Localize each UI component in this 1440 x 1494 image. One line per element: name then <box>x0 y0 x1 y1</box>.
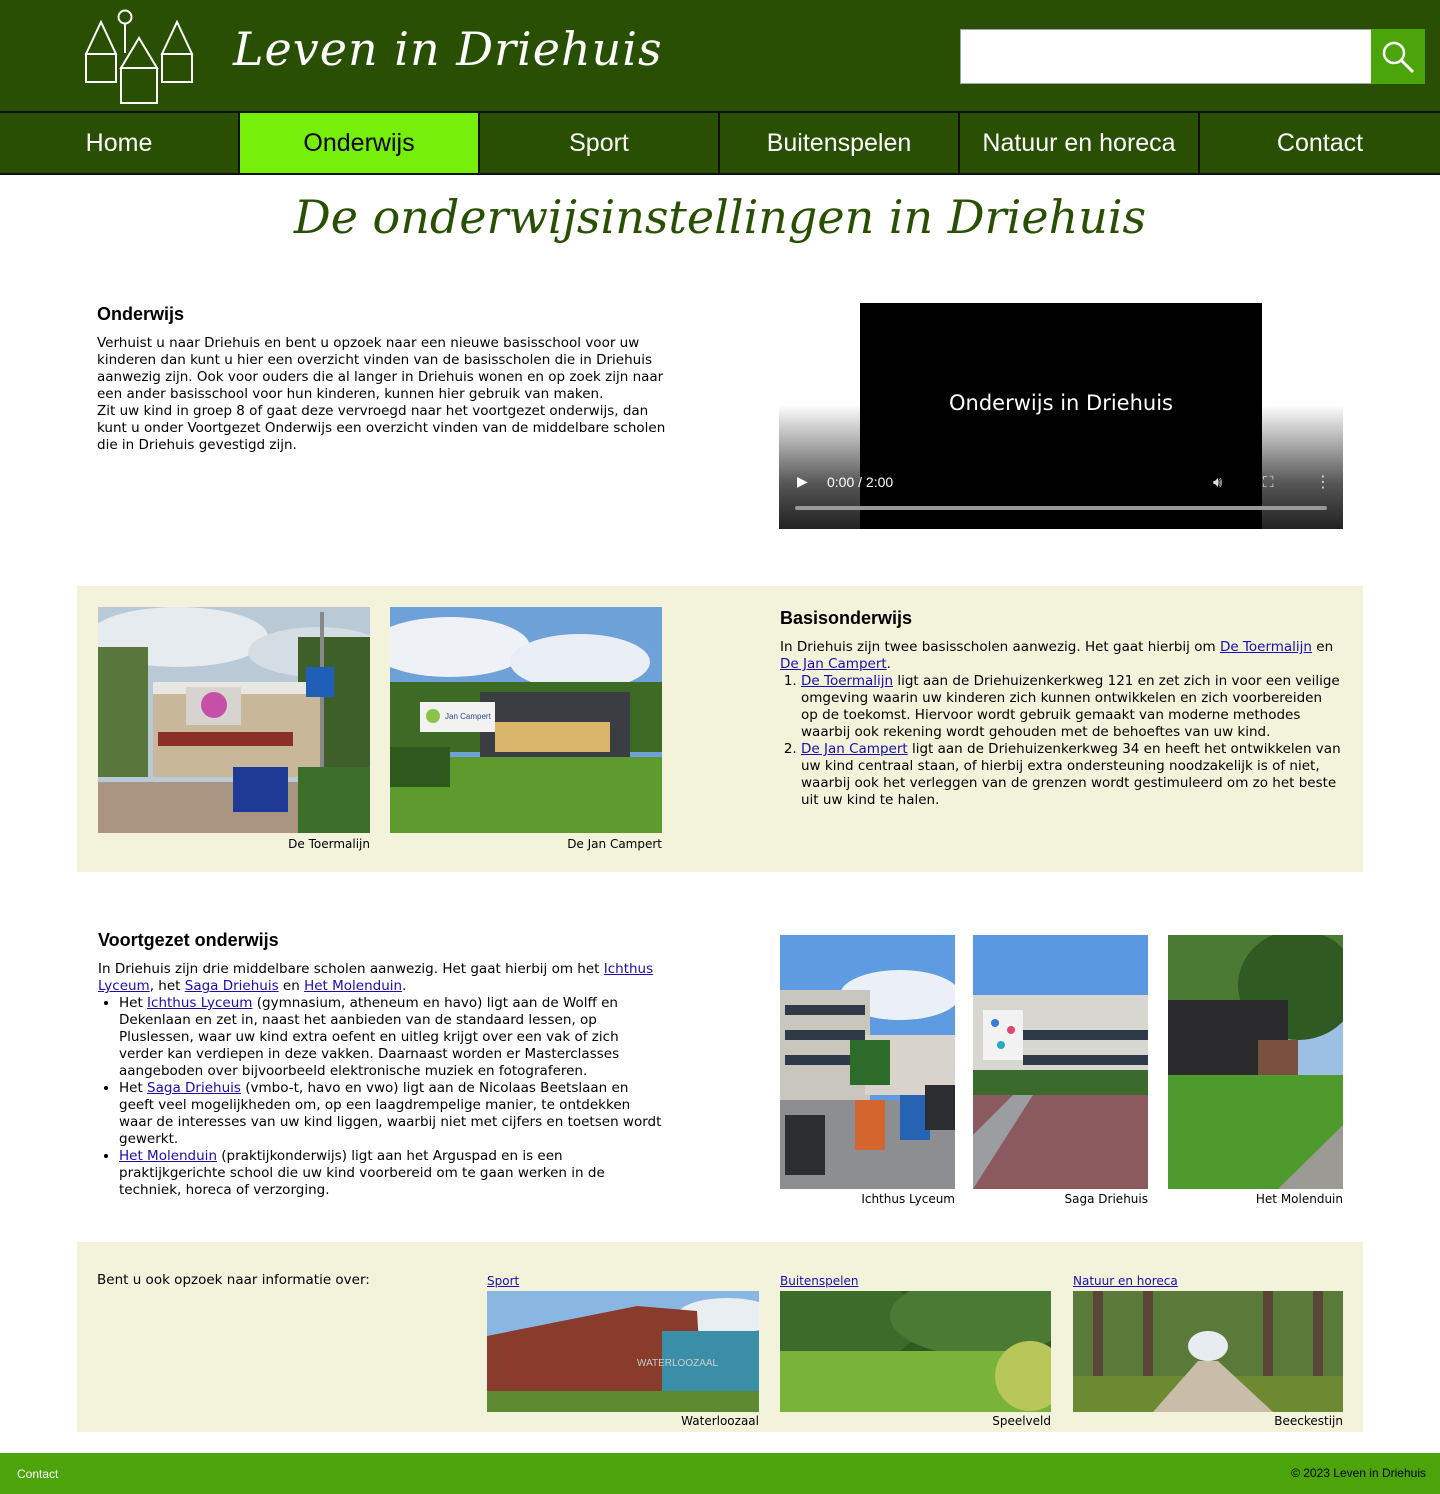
nav-item-natuur-en-horeca[interactable]: Natuur en horeca <box>960 113 1200 173</box>
intro-heading: Onderwijs <box>97 304 185 324</box>
list-item: Het Molenduin (praktijkonderwijs) ligt a… <box>119 1148 664 1199</box>
site-header: Leven in Driehuis <box>0 0 1440 111</box>
intro-paragraph-1: Verhuist u naar Driehuis en bent u opzoe… <box>97 335 664 402</box>
photo-caption: De Toermalijn <box>288 837 370 851</box>
photo-het-molenduin <box>1168 935 1343 1189</box>
voortgezet-section: Voortgezet onderwijs In Driehuis zijn dr… <box>98 930 664 1199</box>
text: . <box>402 978 407 994</box>
basisonderwijs-heading: Basisonderwijs <box>780 608 913 628</box>
list-item: De Jan Campert ligt aan de Driehuizenker… <box>801 741 1342 809</box>
site-footer: Contact © 2023 Leven in Driehuis <box>0 1453 1440 1494</box>
link-natuur-en-horeca[interactable]: Natuur en horeca <box>1073 1274 1178 1288</box>
photo-speelveld[interactable] <box>780 1291 1051 1412</box>
play-icon[interactable]: ▶ <box>797 474 808 490</box>
link-het-molenduin[interactable]: Het Molenduin <box>304 978 402 994</box>
basisonderwijs-intro: In Driehuis zijn twee basisscholen aanwe… <box>780 639 1342 673</box>
video-controls: ▶ 0:00 / 2:00 🔊︎ ⛶ ⋮ <box>779 465 1343 529</box>
photo-beeckestijn[interactable] <box>1073 1291 1343 1412</box>
search-icon <box>1382 41 1415 73</box>
school-sign-text: Jan Campert <box>445 712 492 721</box>
video-time: 0:00 / 2:00 <box>827 474 894 490</box>
text: Het <box>119 995 148 1011</box>
photo-caption: Saga Driehuis <box>1064 1192 1148 1206</box>
text: en <box>1312 639 1334 655</box>
photo-caption: De Jan Campert <box>567 837 662 851</box>
more-info-section: Bent u ook opzoek naar informatie over: … <box>77 1242 1363 1432</box>
nav-item-sport[interactable]: Sport <box>480 113 720 173</box>
photo-caption: Speelveld <box>992 1414 1051 1428</box>
text: Het <box>119 1080 148 1096</box>
main-nav: Home Onderwijs Sport Buitenspelen Natuur… <box>0 111 1440 175</box>
nav-item-contact[interactable]: Contact <box>1200 113 1440 173</box>
text: , het <box>149 978 185 994</box>
more-info-lead: Bent u ook opzoek naar informatie over: <box>97 1272 370 1288</box>
voortgezet-heading: Voortgezet onderwijs <box>98 930 279 950</box>
nav-item-home[interactable]: Home <box>0 113 240 173</box>
link-de-jan-campert[interactable]: De Jan Campert <box>801 741 908 757</box>
nav-item-onderwijs[interactable]: Onderwijs <box>240 113 480 173</box>
basisscholen-list: De Toermalijn ligt aan de Driehuizenkerk… <box>780 673 1342 809</box>
volume-icon[interactable]: 🔊︎ <box>1213 473 1222 491</box>
video-title: Onderwijs in Driehuis <box>949 391 1173 415</box>
search-input[interactable] <box>960 29 1372 84</box>
link-saga-driehuis[interactable]: Saga Driehuis <box>185 978 279 994</box>
footer-copyright: © 2023 Leven in Driehuis <box>1291 1466 1426 1480</box>
link-de-toermalijn[interactable]: De Toermalijn <box>1220 639 1312 655</box>
text: . <box>886 656 891 672</box>
list-item: Het Ichthus Lyceum (gymnasium, atheneum … <box>119 995 664 1080</box>
text: en <box>278 978 305 994</box>
link-ichthus-lyceum[interactable]: Ichthus Lyceum <box>147 995 252 1011</box>
photo-de-jan-campert: Jan Campert <box>390 607 662 833</box>
intro-paragraph-2: Zit uw kind in groep 8 of gaat deze verv… <box>97 403 666 453</box>
footer-contact-link[interactable]: Contact <box>17 1467 58 1481</box>
site-title[interactable]: Leven in Driehuis <box>233 22 663 76</box>
basisonderwijs-text: Basisonderwijs In Driehuis zijn twee bas… <box>780 608 1342 809</box>
video-progress-bar[interactable] <box>795 506 1327 510</box>
photo-waterloozaal[interactable]: WATERLOOZAAL <box>487 1291 759 1412</box>
photo-caption: Het Molenduin <box>1255 1192 1343 1206</box>
link-sport[interactable]: Sport <box>487 1274 519 1288</box>
link-de-toermalijn[interactable]: De Toermalijn <box>801 673 893 689</box>
photo-caption: Beeckestijn <box>1274 1414 1343 1428</box>
link-de-jan-campert[interactable]: De Jan Campert <box>780 656 887 672</box>
link-het-molenduin[interactable]: Het Molenduin <box>119 1148 217 1164</box>
middelbare-scholen-list: Het Ichthus Lyceum (gymnasium, atheneum … <box>98 995 664 1199</box>
text: In Driehuis zijn twee basisscholen aanwe… <box>780 639 1220 655</box>
page-title: De onderwijsinstellingen in Driehuis <box>293 190 1147 244</box>
photo-ichthus-lyceum <box>780 935 955 1189</box>
basisonderwijs-section: De Toermalijn Jan Campert De Jan Campert… <box>77 586 1363 872</box>
voortgezet-intro: In Driehuis zijn drie middelbare scholen… <box>98 961 664 995</box>
text: In Driehuis zijn drie middelbare scholen… <box>98 961 604 977</box>
photo-caption: Waterloozaal <box>681 1414 759 1428</box>
houses-logo-icon[interactable] <box>83 8 197 106</box>
video-player[interactable]: Onderwijs in Driehuis ▶ 0:00 / 2:00 🔊︎ ⛶… <box>779 303 1343 529</box>
building-sign-text: WATERLOOZAAL <box>637 1358 719 1369</box>
link-saga-driehuis[interactable]: Saga Driehuis <box>147 1080 241 1096</box>
intro-section: Onderwijs Verhuist u naar Driehuis en be… <box>97 304 667 454</box>
photo-caption: Ichthus Lyceum <box>861 1192 955 1206</box>
fullscreen-icon[interactable]: ⛶ <box>1263 473 1274 491</box>
search-button[interactable] <box>1371 29 1425 84</box>
list-item: Het Saga Driehuis (vmbo-t, havo en vwo) … <box>119 1080 664 1148</box>
link-buitenspelen[interactable]: Buitenspelen <box>780 1274 858 1288</box>
more-options-icon[interactable]: ⋮ <box>1315 472 1331 491</box>
nav-item-buitenspelen[interactable]: Buitenspelen <box>720 113 960 173</box>
photo-saga-driehuis <box>973 935 1148 1189</box>
list-item: De Toermalijn ligt aan de Driehuizenkerk… <box>801 673 1342 741</box>
photo-de-toermalijn <box>98 607 370 833</box>
